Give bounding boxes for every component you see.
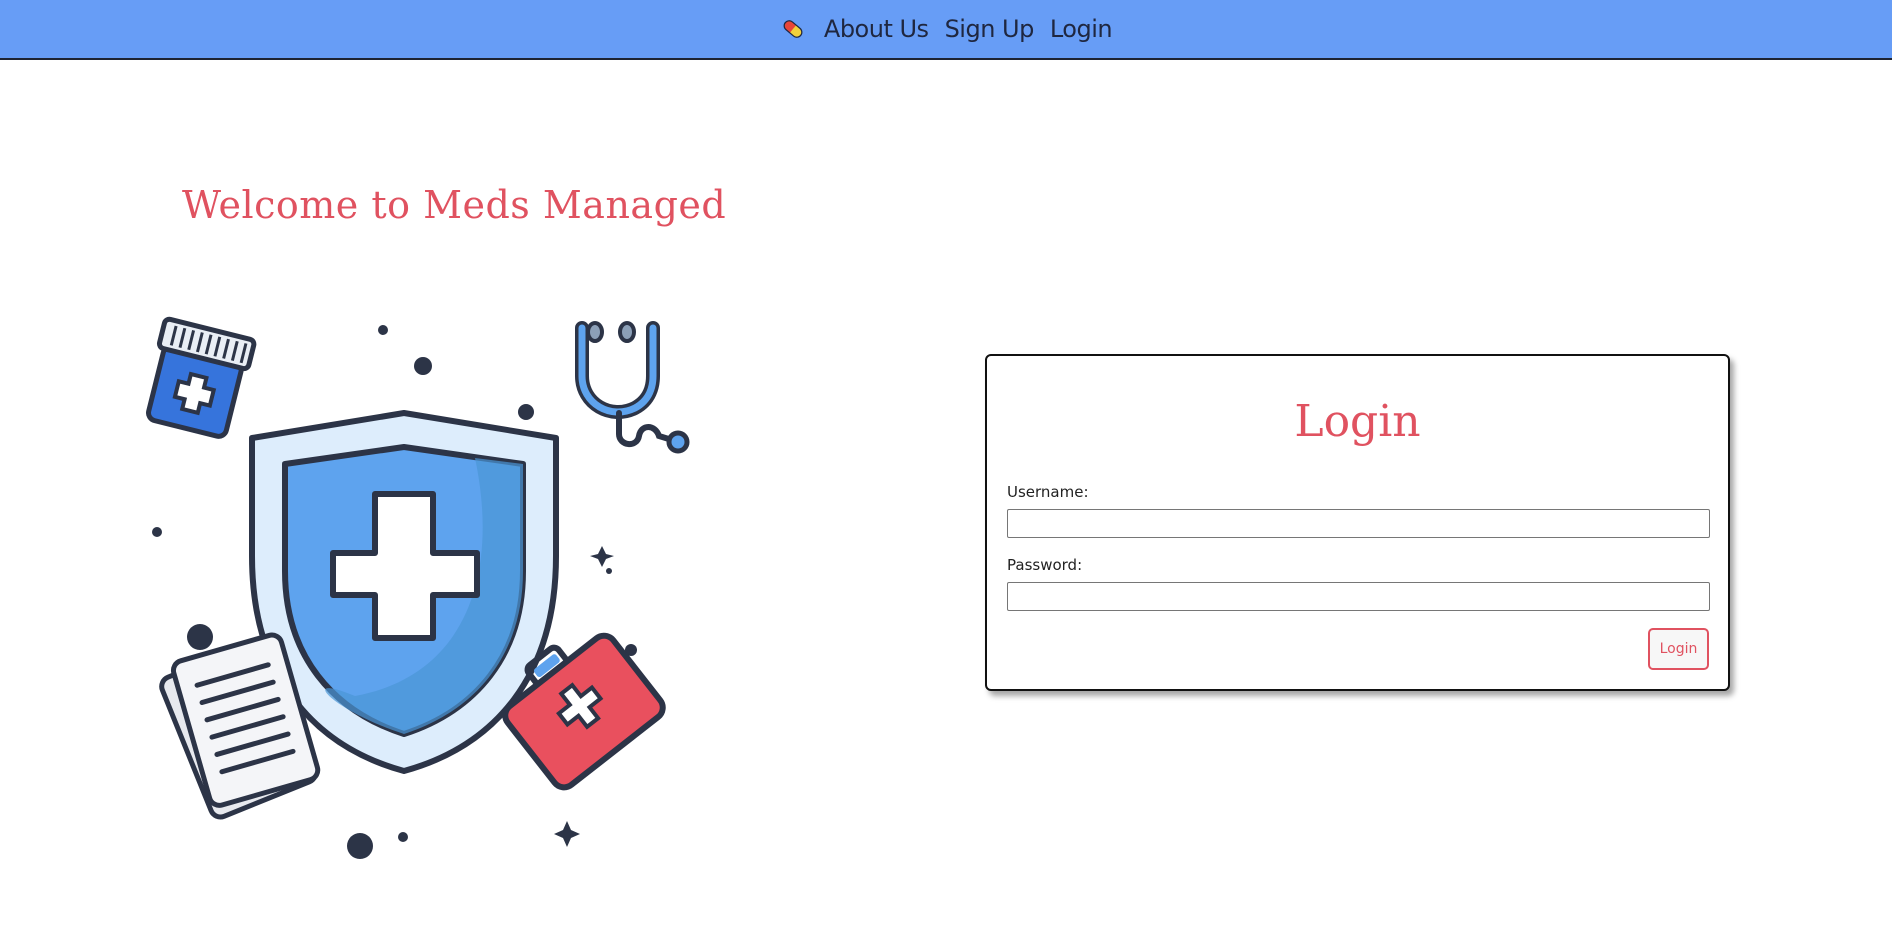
nav-sign-up[interactable]: Sign Up bbox=[945, 15, 1035, 43]
login-title: Login bbox=[1294, 396, 1421, 447]
pill-icon[interactable] bbox=[780, 16, 806, 42]
username-field[interactable] bbox=[1007, 509, 1710, 538]
stethoscope-icon bbox=[575, 321, 690, 454]
login-button[interactable]: Login bbox=[1648, 628, 1709, 670]
login-card: Login Username: Password: Login bbox=[985, 354, 1730, 691]
top-navbar: About Us Sign Up Login bbox=[0, 0, 1892, 60]
nav-login[interactable]: Login bbox=[1050, 15, 1113, 43]
hero-illustration bbox=[146, 316, 690, 859]
nav-about-us[interactable]: About Us bbox=[824, 15, 929, 43]
password-field[interactable] bbox=[1007, 582, 1710, 611]
welcome-heading: Welcome to Meds Managed bbox=[182, 183, 727, 227]
pill-bottle-icon bbox=[146, 316, 257, 439]
sparkle-icon bbox=[554, 821, 580, 847]
sparkle-icon bbox=[590, 546, 614, 567]
username-label: Username: bbox=[1007, 483, 1089, 501]
password-label: Password: bbox=[1007, 556, 1083, 574]
